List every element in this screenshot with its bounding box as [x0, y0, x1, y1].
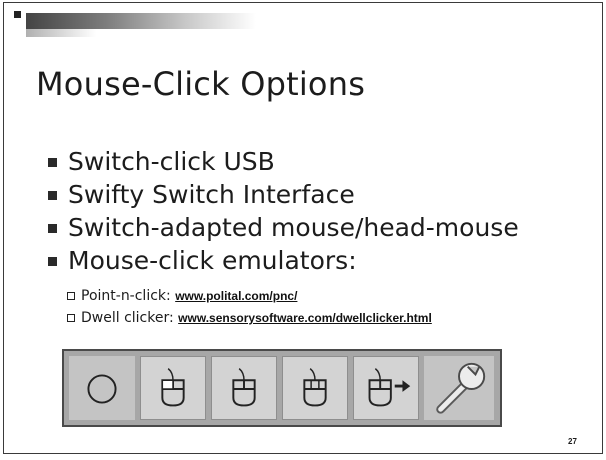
hollow-square-bullet-icon [67, 292, 75, 300]
point-n-click-link[interactable]: www.polital.com/pnc/ [175, 289, 297, 303]
bullet-item: Swifty Switch Interface [48, 178, 519, 211]
slide: Mouse-Click Options Switch-click USB Swi… [3, 2, 603, 454]
slide-title: Mouse-Click Options [36, 65, 366, 103]
wrench-icon [436, 362, 486, 414]
sub-bullet-list: Point-n-click: www.polital.com/pnc/ Dwel… [67, 285, 432, 329]
toolbar-button-off[interactable] [69, 356, 135, 420]
sub-bullet-item: Dwell clicker: www.sensorysoftware.com/d… [67, 307, 432, 329]
dwell-clicker-link[interactable]: www.sensorysoftware.com/dwellclicker.htm… [178, 311, 432, 325]
sub-bullet-label: Point-n-click: [81, 288, 176, 304]
bullet-item: Switch-click USB [48, 145, 519, 178]
bullet-text: Switch-adapted mouse/head-mouse [68, 213, 519, 242]
square-bullet-icon [48, 257, 57, 266]
sub-bullet-item: Point-n-click: www.polital.com/pnc/ [67, 285, 432, 307]
hollow-square-bullet-icon [67, 314, 75, 322]
title-decoration-shade [26, 29, 96, 37]
bullet-list: Switch-click USB Swifty Switch Interface… [48, 145, 519, 277]
toolbar-button-drag[interactable] [353, 356, 419, 420]
bullet-text: Switch-click USB [68, 147, 275, 176]
mouse-drag-arrow-icon [368, 368, 411, 407]
toolbar-button-left-click[interactable] [140, 356, 206, 420]
square-bullet-icon [48, 158, 57, 167]
bullet-item: Mouse-click emulators: [48, 244, 519, 277]
sub-bullet-label: Dwell clicker: [81, 310, 179, 326]
page-number: 27 [568, 437, 577, 446]
bullet-text: Mouse-click emulators: [68, 246, 357, 275]
title-decoration-bar [26, 13, 256, 29]
toolbar-button-settings[interactable] [424, 356, 494, 420]
square-bullet-icon [48, 191, 57, 200]
mouse-left-click-icon [161, 368, 185, 407]
toolbar-button-double-click[interactable] [211, 356, 277, 420]
square-bullet-icon [48, 224, 57, 233]
toolbar-button-middle-click[interactable] [282, 356, 348, 420]
circle-icon [87, 374, 117, 404]
corner-marker [14, 11, 21, 18]
mouse-left-click-icon [232, 368, 256, 407]
click-emulator-toolbar [62, 349, 502, 427]
bullet-text: Swifty Switch Interface [68, 180, 355, 209]
bullet-item: Switch-adapted mouse/head-mouse [48, 211, 519, 244]
mouse-middle-click-icon [303, 368, 327, 407]
